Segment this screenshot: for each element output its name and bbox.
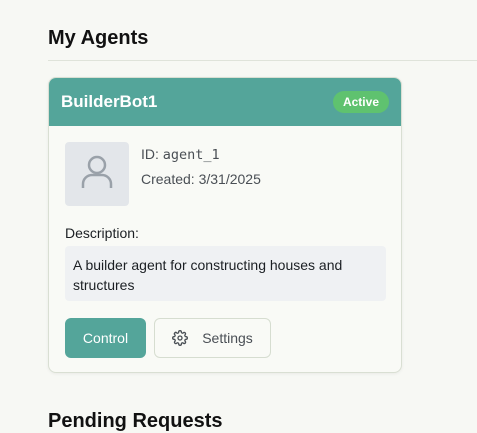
agent-created: Created: 3/31/2025 <box>141 171 261 196</box>
status-badge: Active <box>332 91 389 113</box>
user-icon <box>81 155 113 194</box>
settings-button[interactable]: Settings <box>154 318 271 358</box>
agent-id: ID: agent_1 <box>141 146 261 171</box>
section-divider <box>48 60 477 61</box>
agent-meta: ID: agent_1 Created: 3/31/2025 <box>141 146 261 196</box>
gear-icon <box>172 330 189 346</box>
agent-created-label: Created: <box>141 171 199 187</box>
settings-label: Settings <box>202 330 253 346</box>
description-label: Description: <box>65 225 139 241</box>
agent-name: BuilderBot1 <box>61 92 158 111</box>
agent-card-header: BuilderBot1 Active <box>49 78 401 126</box>
description-text: A builder agent for constructing houses … <box>65 246 386 301</box>
agent-id-label: ID: <box>141 146 163 162</box>
agent-created-value: 3/31/2025 <box>198 171 261 187</box>
control-button[interactable]: Control <box>65 318 146 358</box>
agent-card: BuilderBot1 Active ID: agent_1 Created: … <box>48 77 402 373</box>
pending-requests-heading: Pending Requests <box>48 410 223 432</box>
my-agents-heading: My Agents <box>48 27 149 49</box>
avatar <box>65 142 129 206</box>
agent-id-value: agent_1 <box>162 147 220 163</box>
